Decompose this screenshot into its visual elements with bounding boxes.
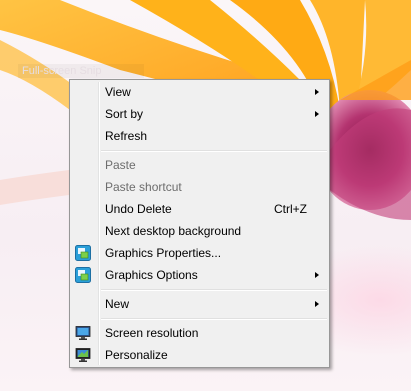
menu-item-label: Screen resolution: [105, 326, 199, 340]
submenu-arrow-icon: [315, 111, 319, 117]
menu-item-label: Refresh: [105, 129, 148, 143]
menu-item-label: Paste: [105, 158, 136, 172]
menu-item-label: Next desktop background: [105, 224, 242, 238]
submenu-arrow-icon: [315, 272, 319, 278]
menu-item-label: Graphics Options: [105, 268, 198, 282]
full-screen-snip-label: Full-screen Snip: [18, 64, 144, 78]
menu-item-label: New: [105, 297, 130, 311]
graphics-icon: [75, 245, 91, 261]
menu-item-sort-by[interactable]: Sort by: [72, 103, 327, 125]
submenu-arrow-icon: [315, 89, 319, 95]
menu-item-label: View: [105, 85, 131, 99]
menu-item-undo-delete[interactable]: Undo Delete Ctrl+Z: [72, 198, 327, 220]
menu-item-shortcut: Ctrl+Z: [274, 202, 307, 216]
menu-separator: [101, 318, 327, 320]
personalize-icon: [75, 348, 91, 362]
menu-item-next-desktop-background[interactable]: Next desktop background: [72, 220, 327, 242]
menu-item-graphics-options[interactable]: Graphics Options: [72, 264, 327, 286]
menu-item-label: Personalize: [105, 348, 168, 362]
graphics-icon: [75, 267, 91, 283]
menu-item-label: Undo Delete: [105, 202, 172, 216]
menu-item-label: Graphics Properties...: [105, 246, 222, 260]
menu-item-refresh[interactable]: Refresh: [72, 125, 327, 147]
menu-item-label: Sort by: [105, 107, 144, 121]
monitor-icon: [75, 326, 91, 340]
submenu-arrow-icon: [315, 301, 319, 307]
menu-item-graphics-properties[interactable]: Graphics Properties...: [72, 242, 327, 264]
menu-item-new[interactable]: New: [72, 293, 327, 315]
menu-separator: [101, 289, 327, 291]
menu-item-screen-resolution[interactable]: Screen resolution: [72, 322, 327, 344]
menu-item-view[interactable]: View: [72, 81, 327, 103]
menu-separator: [101, 150, 327, 152]
menu-item-personalize[interactable]: Personalize: [72, 344, 327, 366]
menu-item-paste[interactable]: Paste: [72, 154, 327, 176]
menu-item-label: Paste shortcut: [105, 180, 182, 194]
desktop-context-menu: View Sort by Refresh Paste Paste shortcu…: [69, 79, 330, 368]
menu-item-paste-shortcut[interactable]: Paste shortcut: [72, 176, 327, 198]
